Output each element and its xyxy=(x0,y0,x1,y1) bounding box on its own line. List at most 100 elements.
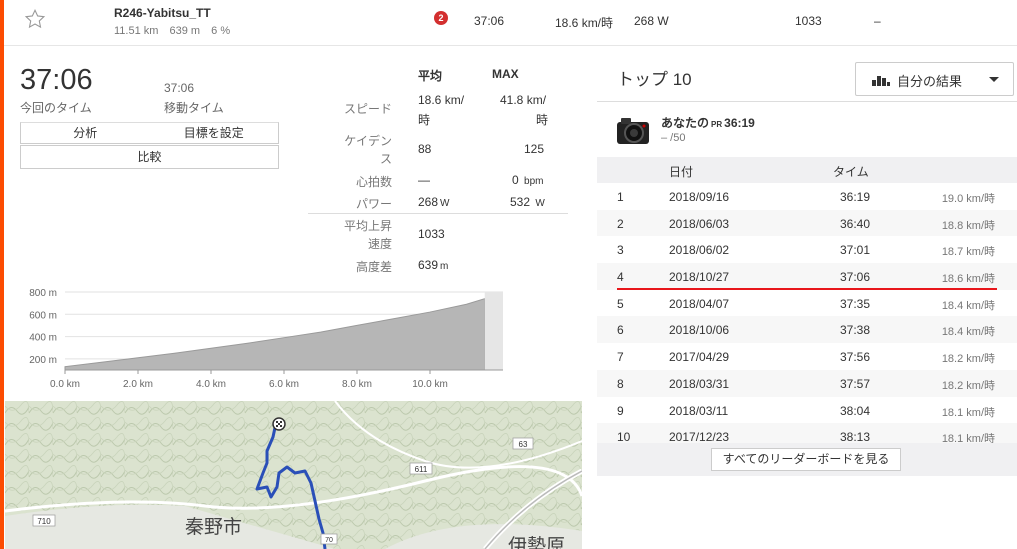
date-cell: 2018/10/27 xyxy=(669,270,730,285)
date-cell: 2018/06/03 xyxy=(669,216,730,231)
y-tick-label: 400 m xyxy=(29,333,57,344)
table-row[interactable]: 2 2018/06/03 36:40 18.8 km/時 xyxy=(597,209,1017,237)
results-filter-dropdown[interactable]: 自分の結果 xyxy=(855,62,1014,96)
rank-cell: 3 xyxy=(617,243,624,258)
town-label: 伊勢原 xyxy=(508,535,565,549)
speed-cell: 18.4 km/時 xyxy=(941,299,995,312)
time-cell: 37:35 xyxy=(840,296,871,311)
table-row[interactable]: 5 2018/04/07 37:35 18.4 km/時 xyxy=(597,290,1017,317)
speed-cell: 19.0 km/時 xyxy=(941,193,995,205)
moving-time: 37:06 xyxy=(164,81,195,95)
speed-cell: 18.2 km/時 xyxy=(941,353,995,366)
speed-max-unit: 時 xyxy=(536,113,549,127)
segment-time: 37:06 xyxy=(474,14,505,28)
segment-distance: 11.51 km xyxy=(114,25,159,37)
road-marker: 63 xyxy=(512,437,534,450)
table-row[interactable]: 1 2018/09/16 36:19 19.0 km/時 xyxy=(597,183,1017,210)
rank-cell: 9 xyxy=(617,403,624,418)
date-cell: 2017/04/29 xyxy=(669,350,730,365)
speed-cell: 18.8 km/時 xyxy=(941,219,995,232)
segment-map[interactable]: 710 611 63 70 秦野市 伊勢原 xyxy=(5,401,582,549)
hr-max: 0 bpm xyxy=(512,173,544,187)
compare-button[interactable]: 比較 xyxy=(20,145,279,169)
hr-avg: — xyxy=(418,173,430,187)
date-cell: 2018/09/16 xyxy=(669,190,730,204)
svg-text:63: 63 xyxy=(519,440,528,449)
rank-cell: 6 xyxy=(617,323,624,338)
rank-cell: 2 xyxy=(617,216,624,231)
svg-text:710: 710 xyxy=(37,517,51,526)
cadence-max: 125 xyxy=(524,142,545,156)
date-column-header: 日付 xyxy=(669,165,694,179)
rank-cell: 4 xyxy=(617,270,624,285)
bar-chart-icon xyxy=(872,76,890,86)
segment-row[interactable]: R246-Yabitsu_TT 11.51 km 639 m 6 % 2 37:… xyxy=(4,0,1017,46)
elevation-chart[interactable]: 800 m 600 m 400 m 200 m 0.0 km 2.0 km 4.0 km 6.… xyxy=(20,282,510,392)
table-row[interactable]: 8 2018/03/31 37:57 18.2 km/時 xyxy=(597,369,1017,397)
moving-label: 移動タイム xyxy=(164,101,224,115)
vam-label-2: 速度 xyxy=(367,237,392,251)
segment-name[interactable]: R246-Yabitsu_TT xyxy=(114,6,211,20)
table-row[interactable]: 6 2018/10/06 37:38 18.4 km/時 xyxy=(597,316,1017,344)
segment-speed: 18.6 km/時 xyxy=(555,16,614,30)
date-cell: 2018/06/02 xyxy=(669,243,730,258)
leaderboard-table: 日付 タイム 1 2018/09/16 36:19 19.0 km/時 2 2018/06… xyxy=(597,157,1017,450)
time-cell: 37:06 xyxy=(840,270,871,285)
accent-bar xyxy=(0,0,4,549)
speed-cell: 18.2 km/時 xyxy=(941,379,995,392)
rank-cell: 8 xyxy=(617,376,624,391)
segment-grade: 6 % xyxy=(211,25,231,37)
table-row[interactable]: 7 2017/04/29 37:56 18.2 km/時 xyxy=(597,343,1017,370)
date-cell: 2018/10/06 xyxy=(669,323,730,338)
road-marker: 710 xyxy=(32,514,56,527)
leaderboard-header: 日付 タイム xyxy=(597,157,1017,183)
time-cell: 37:38 xyxy=(840,323,871,338)
speed-avg-unit: 時 xyxy=(418,113,431,127)
time-cell: 38:04 xyxy=(840,403,871,418)
segment-summary: 11.51 km 639 m 6 % xyxy=(114,25,238,37)
svg-text:70: 70 xyxy=(325,537,333,544)
svg-text:611: 611 xyxy=(415,465,428,474)
power-avg: 268 W xyxy=(418,195,450,209)
analyze-button[interactable]: 分析 xyxy=(21,123,150,143)
effort-actions: 分析 目標を設定 xyxy=(20,122,279,144)
x-tick-label: 10.0 km xyxy=(412,379,448,390)
city-label: 秦野市 xyxy=(185,516,242,538)
table-row[interactable]: 3 2018/06/02 37:01 18.7 km/時 xyxy=(597,236,1017,263)
my-pr-row[interactable]: あなたの PR 36:19 – /50 xyxy=(597,101,1017,157)
speed-cell: 18.6 km/時 xyxy=(941,273,995,286)
cadence-avg: 88 xyxy=(418,142,432,156)
view-all-leaderboards-button[interactable]: すべてのリーダーボードを見る xyxy=(711,448,901,471)
date-cell: 2018/04/07 xyxy=(669,296,730,311)
cadence-label: ケイデン xyxy=(344,134,392,148)
speed-max: 41.8 km/ xyxy=(500,93,547,107)
speed-label: スピード xyxy=(343,102,392,116)
set-goal-button[interactable]: 目標を設定 xyxy=(150,123,279,143)
star-icon[interactable] xyxy=(24,8,46,30)
rank-badge: 2 xyxy=(434,11,448,25)
time-cell: 36:19 xyxy=(840,190,871,204)
rank-cell: 7 xyxy=(617,350,624,365)
segment-hr: – xyxy=(874,14,881,28)
speed-cell: 18.7 km/時 xyxy=(941,246,995,259)
leaderboard-title: トップ 10 xyxy=(617,70,692,89)
speed-cell: 18.1 km/時 xyxy=(941,406,995,419)
table-row[interactable]: 9 2018/03/11 38:04 18.1 km/時 xyxy=(597,397,1017,424)
camera-avatar-icon xyxy=(617,118,649,144)
time-cell: 37:57 xyxy=(840,376,871,391)
elapsed-label: 今回のタイム xyxy=(20,101,92,115)
vam-avg: 1033 xyxy=(418,227,445,241)
segment-vam: 1033 xyxy=(795,14,822,28)
elevation-area xyxy=(64,298,486,371)
hr-label: 心拍数 xyxy=(355,175,392,189)
power-label: パワー xyxy=(355,197,392,211)
chart-end-shade xyxy=(484,292,503,370)
segment-elevation: 639 m xyxy=(169,25,201,37)
time-cell: 36:40 xyxy=(840,216,871,231)
table-row[interactable]: 4 2018/10/27 37:06 18.6 km/時 xyxy=(597,263,1017,290)
avg-header: 平均 xyxy=(418,69,443,83)
date-cell: 2018/03/11 xyxy=(669,403,729,418)
my-pr-label: あなたの PR 36:19 xyxy=(661,116,755,130)
x-tick-label: 4.0 km xyxy=(196,379,226,390)
speed-cell: 18.4 km/時 xyxy=(941,326,995,339)
